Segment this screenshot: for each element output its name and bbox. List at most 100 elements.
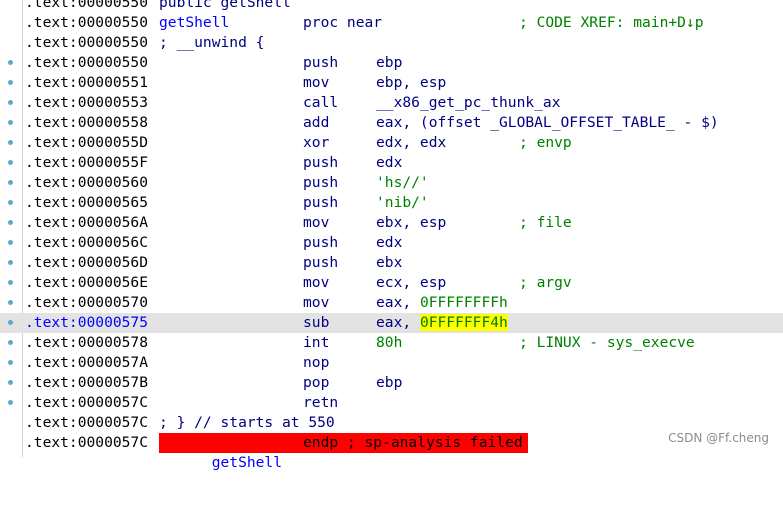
gutter[interactable] (0, 393, 22, 413)
address: .text:0000055D (25, 134, 149, 151)
breakpoint-dot-icon (8, 140, 13, 145)
listing-row[interactable]: .text:0000057C getShell endp ; sp-analys… (0, 433, 783, 471)
gutter[interactable] (0, 73, 22, 93)
listing-row[interactable]: .text:00000560 push 'hs//' (0, 173, 783, 193)
address: .text:00000575 (25, 314, 149, 331)
comment: ; LINUX - sys_execve (519, 334, 695, 351)
comment: ; argv (519, 274, 572, 291)
listing-row[interactable]: .text:00000550 getShell proc near ; CODE… (0, 13, 783, 33)
endp-declaration: endp ; sp-analysis failed (303, 434, 523, 451)
gutter[interactable] (0, 253, 22, 273)
operands: ebp (376, 54, 403, 71)
xref-comment[interactable]: ; CODE XREF: main+D↓p (519, 13, 704, 33)
gutter[interactable] (0, 133, 22, 153)
gutter[interactable] (0, 333, 22, 353)
mnemonic: push (303, 174, 339, 191)
address: .text:0000057C (25, 394, 149, 411)
gutter[interactable] (0, 93, 22, 113)
mnemonic: mov (303, 294, 330, 311)
gutter[interactable] (0, 353, 22, 373)
string-operand: 'nib/' (376, 194, 429, 211)
address: .text:0000056C (25, 234, 149, 251)
gutter[interactable] (0, 373, 22, 393)
listing-row[interactable]: .text:0000057C ; } // starts at 550 (0, 413, 783, 433)
gutter[interactable] (0, 313, 22, 333)
listing-row[interactable]: .text:00000550 push ebp (0, 53, 783, 73)
listing-row[interactable]: .text:00000578 int 80h ; LINUX - sys_exe… (0, 333, 783, 353)
listing-row[interactable]: .text:0000056A mov ebx, esp ; file (0, 213, 783, 233)
gutter[interactable] (0, 293, 22, 313)
gutter[interactable] (0, 213, 22, 233)
mnemonic: nop (303, 354, 330, 371)
listing-row[interactable]: .text:00000558 add eax, (offset _GLOBAL_… (0, 113, 783, 133)
breakpoint-dot-icon (8, 320, 13, 325)
listing-row[interactable]: .text:00000550 public getShell (0, 0, 783, 13)
operands: ebp, esp (376, 74, 447, 91)
register-operand: eax, (376, 314, 420, 331)
mnemonic: mov (303, 214, 330, 231)
gutter[interactable] (0, 193, 22, 213)
operands: ecx, esp (376, 274, 447, 291)
breakpoint-dot-icon (8, 160, 13, 165)
listing-row[interactable]: .text:0000057A nop (0, 353, 783, 373)
listing-row[interactable]: .text:0000056E mov ecx, esp ; argv (0, 273, 783, 293)
address: .text:00000558 (25, 114, 149, 131)
listing-row[interactable]: .text:0000056C push edx (0, 233, 783, 253)
listing-row[interactable]: .text:0000057B pop ebp (0, 373, 783, 393)
mnemonic: mov (303, 274, 330, 291)
directive: ; } // starts at 550 (159, 414, 335, 431)
gutter[interactable] (0, 173, 22, 193)
operands: ebx (376, 254, 403, 271)
sp-analysis-error-highlight: getShell endp ; sp-analysis failed (159, 433, 528, 471)
breakpoint-dot-icon (8, 360, 13, 365)
listing-row[interactable]: .text:00000551 mov ebp, esp (0, 73, 783, 93)
mnemonic: push (303, 154, 339, 171)
immediate-operand: 80h (376, 334, 403, 351)
breakpoint-dot-icon (8, 260, 13, 265)
mnemonic: mov (303, 74, 330, 91)
operands: edx (376, 234, 403, 251)
listing-row[interactable]: .text:0000055D xor edx, edx ; envp (0, 133, 783, 153)
address: .text:0000057C (25, 434, 149, 451)
gutter[interactable] (0, 273, 22, 293)
directive: ; __unwind { (159, 34, 265, 51)
operands: eax, (offset _GLOBAL_OFFSET_TABLE_ - $) (376, 114, 719, 131)
address: .text:00000550 (25, 54, 149, 71)
address: .text:00000550 (25, 14, 149, 31)
breakpoint-dot-icon (8, 180, 13, 185)
address: .text:0000057B (25, 374, 149, 391)
gutter[interactable] (0, 53, 22, 73)
operands: eax, 0FFFFFFFFh (376, 293, 508, 313)
listing-row[interactable]: .text:00000553 call __x86_get_pc_thunk_a… (0, 93, 783, 113)
gutter[interactable] (0, 153, 22, 173)
operands[interactable]: __x86_get_pc_thunk_ax (376, 93, 561, 113)
function-label[interactable]: getShell (212, 454, 282, 471)
proc-declaration: proc near (303, 14, 383, 31)
address: .text:00000550 (25, 34, 149, 51)
gutter[interactable] (0, 233, 22, 253)
listing-row[interactable]: .text:0000057C retn (0, 393, 783, 413)
listing-row[interactable]: .text:0000056D push ebx (0, 253, 783, 273)
breakpoint-dot-icon (8, 220, 13, 225)
function-label[interactable]: getShell (159, 13, 229, 33)
breakpoint-dot-icon (8, 400, 13, 405)
directive: public getShell (159, 0, 291, 11)
breakpoint-dot-icon (8, 380, 13, 385)
address: .text:00000550 (25, 0, 149, 11)
breakpoint-dot-icon (8, 100, 13, 105)
gutter[interactable] (0, 113, 22, 133)
address: .text:0000056D (25, 254, 149, 271)
address: .text:0000055F (25, 154, 149, 171)
breakpoint-dot-icon (8, 60, 13, 65)
operands: eax, 0FFFFFFF4h (376, 313, 508, 333)
breakpoint-dot-icon (8, 200, 13, 205)
listing-row[interactable]: .text:00000550 ; __unwind { (0, 33, 783, 53)
mnemonic: push (303, 234, 339, 251)
listing-row[interactable]: .text:0000055F push edx (0, 153, 783, 173)
listing-row[interactable]: .text:00000565 push 'nib/' (0, 193, 783, 213)
comment: ; file (519, 214, 572, 231)
breakpoint-dot-icon (8, 280, 13, 285)
highlighted-immediate-operand[interactable]: 0FFFFFFF4h (419, 314, 508, 331)
listing-row[interactable]: .text:00000570 mov eax, 0FFFFFFFFh (0, 293, 783, 313)
listing-row-selected[interactable]: .text:00000575 sub eax, 0FFFFFFF4h (0, 313, 783, 333)
